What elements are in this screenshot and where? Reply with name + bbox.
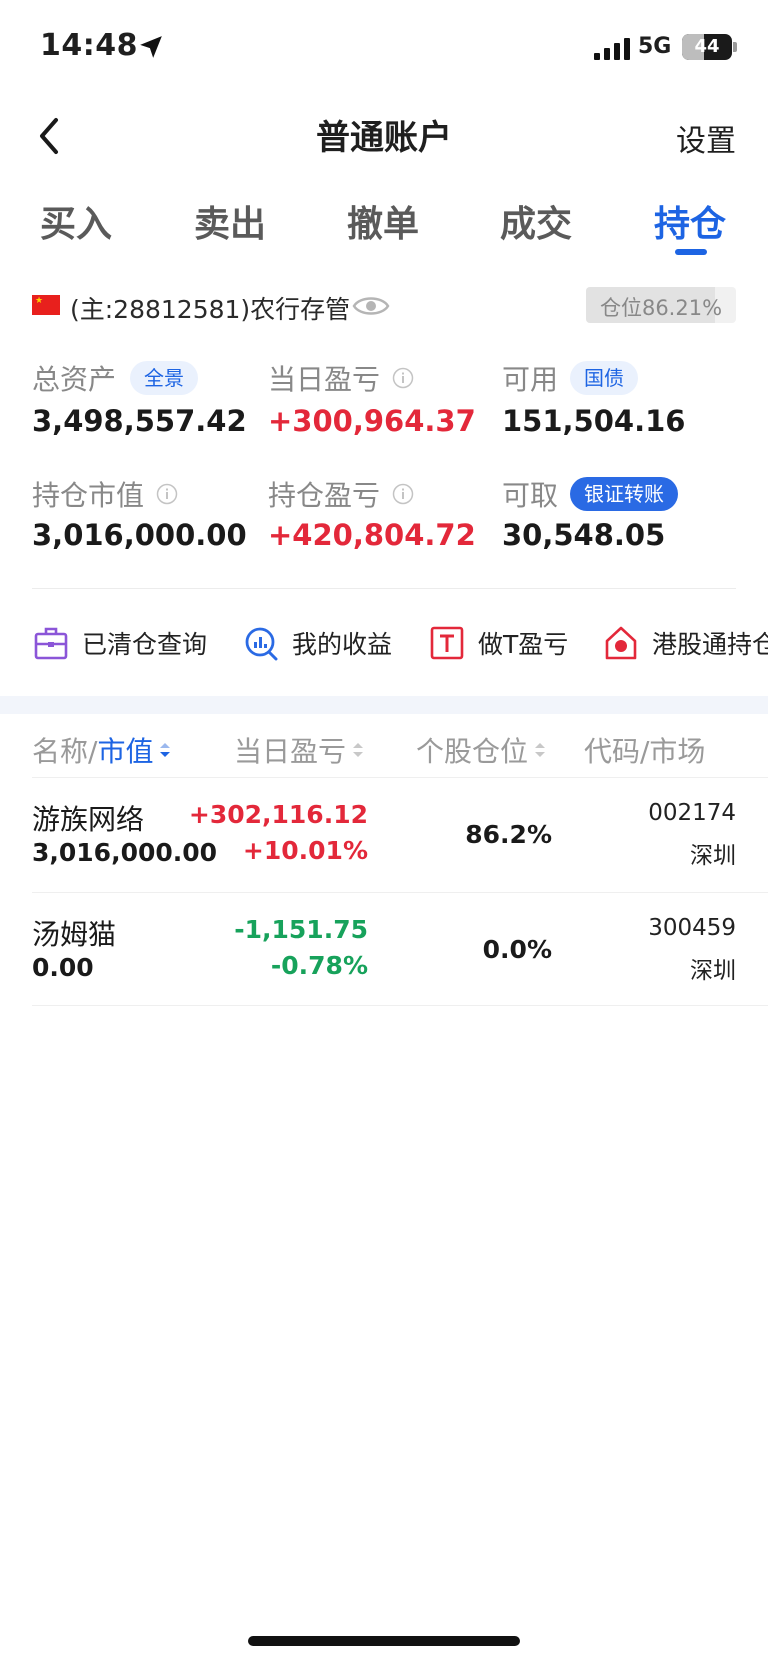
stock-market: 深圳 xyxy=(690,843,736,869)
info-icon[interactable] xyxy=(156,483,178,505)
col-code-market-label: 代码/市场 xyxy=(584,735,706,768)
hk-house-icon xyxy=(605,626,637,660)
withdrawable-label: 可取 xyxy=(502,479,559,512)
stock-weight: 86.2% xyxy=(465,820,552,849)
stock-name: 游族网络 xyxy=(32,803,145,836)
eye-icon[interactable] xyxy=(352,294,390,318)
cleared-positions-label: 已清仓查询 xyxy=(82,630,208,659)
settings-button[interactable]: 设置 xyxy=(676,116,736,160)
total-assets-value: 3,498,557.42 xyxy=(32,404,247,438)
stock-weight: 0.0% xyxy=(482,935,552,964)
col-code-market-header: 代码/市场 xyxy=(584,730,705,770)
position-pnl-label-row: 持仓盈亏 xyxy=(268,474,414,514)
position-pnl-label: 持仓盈亏 xyxy=(268,479,381,512)
table-row[interactable]: 汤姆猫 0.00 -1,151.75 -0.78% 0.0% 300459 深圳 xyxy=(0,893,768,1005)
cleared-positions-shortcut[interactable]: 已清仓查询 xyxy=(34,620,207,666)
stock-name: 汤姆猫 xyxy=(32,918,117,951)
cellular-signal-icon xyxy=(594,38,630,60)
tab-buy[interactable]: 买入 xyxy=(40,195,112,247)
tab-sell[interactable]: 卖出 xyxy=(194,195,266,247)
china-flag-icon: ★ xyxy=(32,295,60,315)
t-box-icon xyxy=(430,626,464,660)
status-time: 14:48 xyxy=(40,28,138,63)
withdrawable-value: 30,548.05 xyxy=(502,518,666,552)
stock-market-value: 0.00 xyxy=(32,953,94,982)
position-ratio-chip: 仓位86.21% xyxy=(586,287,736,323)
daily-pnl-label: 当日盈亏 xyxy=(268,363,381,396)
network-type: 5G xyxy=(638,34,672,59)
sort-active-icon xyxy=(160,743,171,757)
battery-level-text: 44 xyxy=(694,36,720,57)
withdrawable-label-row: 可取 银证转账 xyxy=(502,474,679,514)
info-icon[interactable] xyxy=(392,367,414,389)
account-label[interactable]: (主:28812581)农行存管 xyxy=(70,290,350,326)
daily-pnl-label-row: 当日盈亏 xyxy=(268,358,414,398)
position-ratio-text: 仓位86.21% xyxy=(599,296,723,320)
sort-icon xyxy=(535,743,546,757)
page-title: 普通账户 xyxy=(316,118,452,158)
col-marketvalue-label: 市值 xyxy=(97,735,154,768)
divider xyxy=(32,588,736,589)
available-label: 可用 xyxy=(502,363,559,396)
chart-search-icon xyxy=(245,627,278,661)
col-daily-pnl-label: 当日盈亏 xyxy=(234,735,347,768)
hk-connect-holdings-label: 港股通持仓 xyxy=(652,630,768,659)
col-weight-header[interactable]: 个股仓位 xyxy=(416,730,546,770)
stock-daily-pnl: +302,116.12 xyxy=(188,800,368,829)
stock-market: 深圳 xyxy=(690,958,736,984)
stock-daily-pnl-pct: -0.78% xyxy=(270,951,368,980)
col-daily-pnl-header[interactable]: 当日盈亏 xyxy=(234,730,364,770)
info-icon[interactable] xyxy=(392,483,414,505)
bank-transfer-button[interactable]: 银证转账 xyxy=(570,477,679,511)
col-weight-label: 个股仓位 xyxy=(416,735,529,768)
available-label-row: 可用 国债 xyxy=(502,358,639,398)
col-name-label: 名称/ xyxy=(32,735,98,768)
available-value: 151,504.16 xyxy=(502,404,686,438)
stock-market-value: 3,016,000.00 xyxy=(32,838,218,867)
trade-tabs: 买入 卖出 撤单 成交 持仓 xyxy=(0,195,768,255)
t-trade-pnl-label: 做T盈亏 xyxy=(478,630,569,659)
home-indicator xyxy=(248,1636,520,1646)
col-name-marketvalue-header[interactable]: 名称/ 市值 xyxy=(32,730,171,770)
tab-deals[interactable]: 成交 xyxy=(500,195,572,247)
row-divider xyxy=(32,1005,768,1006)
total-assets-label: 总资产 xyxy=(32,363,117,396)
hk-connect-holdings-shortcut[interactable]: 港股通持仓 xyxy=(604,620,768,666)
my-earnings-shortcut[interactable]: 我的收益 xyxy=(244,620,392,666)
total-assets-label-row: 总资产 全景 xyxy=(32,358,199,398)
battery-tip xyxy=(733,42,737,52)
market-value-label-row: 持仓市值 xyxy=(32,474,178,514)
daily-pnl-value: +300,964.37 xyxy=(268,404,476,438)
location-arrow-icon xyxy=(140,36,162,58)
overview-button[interactable]: 全景 xyxy=(130,361,199,395)
stock-daily-pnl: -1,151.75 xyxy=(234,915,368,944)
stock-code: 002174 xyxy=(648,800,736,826)
tab-cancel[interactable]: 撤单 xyxy=(347,195,419,247)
t-trade-pnl-shortcut[interactable]: 做T盈亏 xyxy=(430,620,568,666)
market-value-label: 持仓市值 xyxy=(32,479,145,512)
stock-code: 300459 xyxy=(648,915,736,941)
table-row[interactable]: 游族网络 3,016,000.00 +302,116.12 +10.01% 86… xyxy=(0,778,768,892)
treasury-bond-button[interactable]: 国债 xyxy=(570,361,639,395)
active-tab-indicator xyxy=(675,249,707,255)
briefcase-icon xyxy=(34,627,68,660)
position-pnl-value: +420,804.72 xyxy=(268,518,476,552)
battery-icon: 44 xyxy=(682,34,732,60)
stock-daily-pnl-pct: +10.01% xyxy=(242,836,368,865)
tab-holdings[interactable]: 持仓 xyxy=(654,195,726,247)
my-earnings-label: 我的收益 xyxy=(292,630,393,659)
market-value-value: 3,016,000.00 xyxy=(32,518,247,552)
section-separator xyxy=(0,696,768,714)
sort-icon xyxy=(353,743,364,757)
